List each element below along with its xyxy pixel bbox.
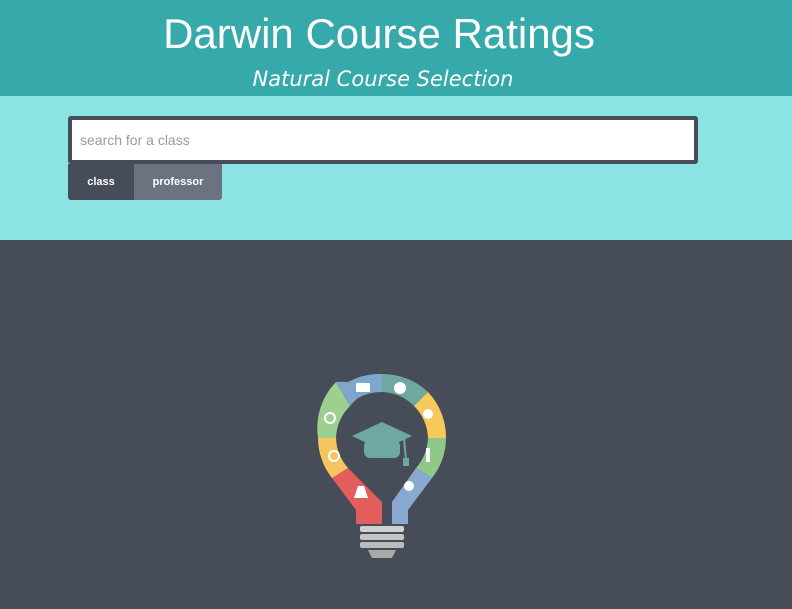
tab-professor[interactable]: professor [134,164,222,200]
bulb-base [360,526,404,532]
search-mode-tabs: class professor [68,164,222,200]
tab-class[interactable]: class [68,164,134,200]
lightbulb-icon [423,409,433,419]
search-section: class professor [0,96,792,240]
globe-segment [392,468,432,524]
lightbulb-education-icon [317,374,447,558]
globe-icon [404,481,414,491]
book-icon [356,383,370,392]
pencil-icon [426,448,430,462]
site-header: Darwin Course Ratings Natural Course Sel… [0,0,792,96]
search-input[interactable] [72,120,694,160]
main-content [0,240,792,609]
app-subtitle: Natural Course Selection [252,67,514,91]
palette-icon [394,382,406,394]
search-box [68,116,698,164]
app-title: Darwin Course Ratings [163,10,595,57]
